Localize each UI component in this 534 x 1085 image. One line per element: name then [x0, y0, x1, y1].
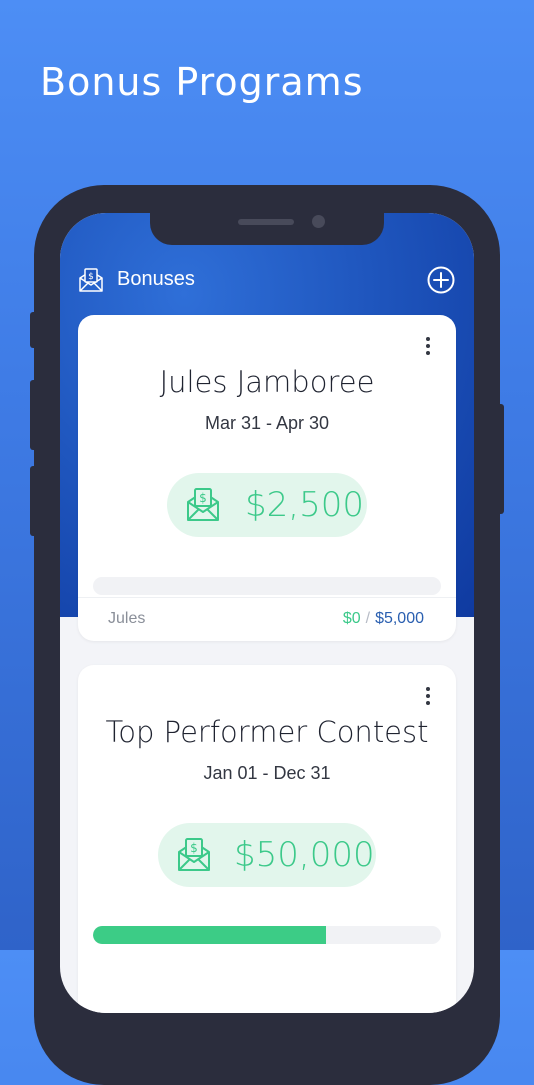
bonus-amount: $2,500: [245, 485, 364, 525]
bonus-card[interactable]: Jules Jamboree Mar 31 - Apr 30 $ $2,500 …: [78, 315, 456, 641]
bonus-envelope-icon: $: [79, 268, 103, 292]
bonus-amount-pill: $ $50,000: [158, 823, 376, 887]
more-options-icon[interactable]: [422, 335, 434, 357]
bonus-card[interactable]: Top Performer Contest Jan 01 - Dec 31 $ …: [78, 665, 456, 1013]
bonus-dates: Jan 01 - Dec 31: [203, 763, 331, 783]
goal-amount: $5,000: [375, 610, 424, 627]
totals-separator: /: [365, 610, 371, 627]
bonus-dates: Mar 31 - Apr 30: [204, 413, 330, 433]
money-envelope-icon: $: [187, 488, 219, 521]
bonus-title: Jules Jamboree: [159, 365, 375, 399]
headline: Bonus Programs: [40, 60, 364, 104]
phone-notch: [150, 213, 384, 245]
front-camera: [312, 215, 325, 228]
earned-amount: $0: [342, 610, 361, 627]
bonus-amount: $50,000: [234, 835, 375, 875]
bonus-totals: $0/$5,000: [343, 610, 424, 628]
svg-text:$: $: [199, 491, 207, 505]
add-bonus-button[interactable]: [426, 265, 456, 295]
progress-track: [93, 926, 441, 944]
money-envelope-icon: $: [178, 838, 210, 871]
bonus-title: Top Performer Contest: [105, 715, 429, 749]
bonus-amount-pill: $ $2,500: [167, 473, 367, 537]
svg-text:$: $: [88, 272, 94, 282]
phone-screen: $ Bonuses Jules Jamboree Mar 31 - Apr 30…: [60, 213, 474, 1013]
bonus-owner: Jules: [108, 610, 146, 627]
progress-track: [93, 577, 441, 595]
bonus-card-footer: Jules $0/$5,000: [78, 597, 456, 642]
more-options-icon[interactable]: [422, 685, 434, 707]
app-bar: $ Bonuses: [60, 265, 474, 305]
app-bar-title: Bonuses: [117, 268, 195, 290]
svg-text:$: $: [190, 841, 198, 855]
speaker-grille: [238, 219, 294, 225]
progress-fill: [93, 926, 327, 944]
